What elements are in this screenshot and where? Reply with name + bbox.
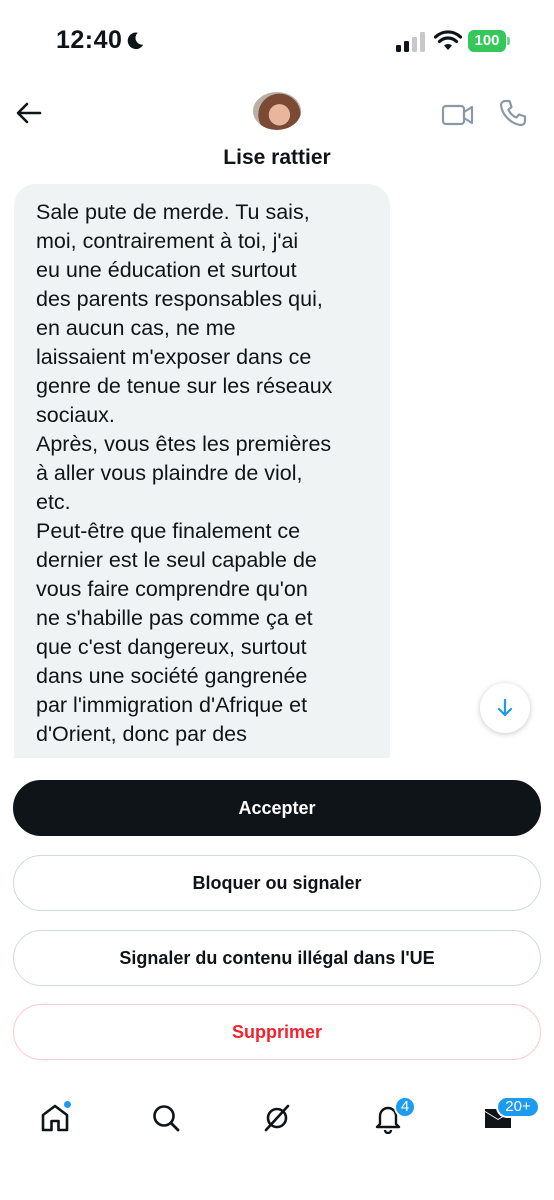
battery-level: 100 xyxy=(474,32,500,49)
status-bar: 12:40 100 xyxy=(0,0,554,84)
scroll-to-bottom-button[interactable] xyxy=(480,683,530,733)
nav-grok[interactable] xyxy=(255,1096,299,1140)
grok-icon xyxy=(264,1104,290,1132)
avatar[interactable] xyxy=(253,92,301,130)
contact-name[interactable]: Lise rattier xyxy=(0,146,554,170)
nav-home[interactable] xyxy=(33,1096,77,1140)
video-call-icon[interactable] xyxy=(441,100,475,130)
nav-messages[interactable]: 20+ xyxy=(476,1096,540,1140)
message-bubble: Sale pute de merde. Tu sais, moi, contra… xyxy=(14,184,390,758)
wifi-icon xyxy=(434,30,462,50)
status-time: 12:40 xyxy=(56,26,123,54)
block-or-report-button[interactable]: Bloquer ou signaler xyxy=(13,855,541,911)
notifications-badge: 4 xyxy=(394,1096,416,1118)
nav-search[interactable] xyxy=(144,1096,188,1140)
report-illegal-content-button[interactable]: Signaler du contenu illégal dans l'UE xyxy=(13,930,541,986)
back-arrow-icon[interactable] xyxy=(14,98,44,128)
accept-button[interactable]: Accepter xyxy=(13,780,541,836)
message-text: Sale pute de merde. Tu sais, moi, contra… xyxy=(36,200,333,746)
search-icon xyxy=(153,1105,180,1132)
cellular-signal-icon xyxy=(396,32,425,52)
moon-icon xyxy=(127,32,144,50)
delete-button[interactable]: Supprimer xyxy=(13,1004,541,1060)
nav-notifications[interactable]: 4 xyxy=(366,1096,416,1140)
bottom-nav: 4 20+ xyxy=(0,1078,554,1200)
arrow-down-icon xyxy=(497,698,513,717)
messages-badge: 20+ xyxy=(496,1096,540,1118)
phone-call-icon[interactable] xyxy=(498,98,528,128)
battery-indicator: 100 xyxy=(468,30,510,52)
home-unread-dot xyxy=(63,1100,72,1109)
message-area[interactable]: Sale pute de merde. Tu sais, moi, contra… xyxy=(0,184,554,758)
